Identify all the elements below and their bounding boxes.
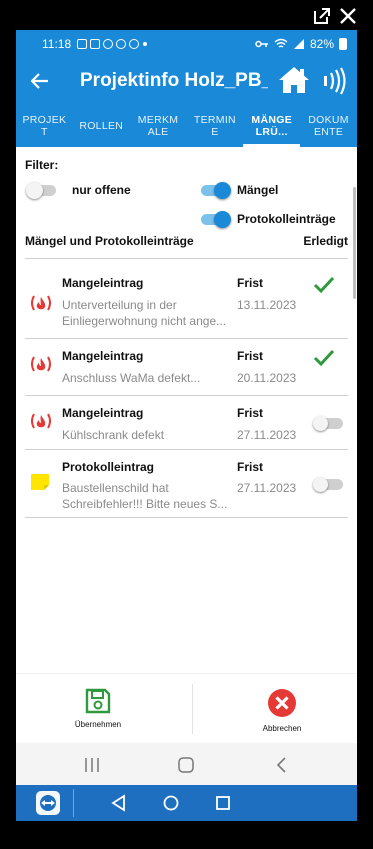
- more-notifications-icon: [143, 41, 148, 46]
- filter-protokolleintraege[interactable]: Protokolleinträge: [199, 211, 336, 228]
- battery-icon: [339, 37, 347, 50]
- action-bar: Übernehmen Abbrechen: [16, 673, 357, 743]
- page-title: Projektinfo Holz_PB_...: [80, 70, 268, 91]
- due-date: 27.11.2023: [237, 428, 297, 442]
- teamviewer-icon[interactable]: [36, 791, 60, 815]
- list-item[interactable]: Mangeleintrag Anschluss WaMa defekt... F…: [25, 349, 348, 391]
- key-icon: [255, 40, 268, 47]
- nur-offene-toggle[interactable]: [26, 182, 58, 199]
- phone-screen: 11:18 82% Projektinfo Holz_PB_... PROJEK…: [16, 30, 357, 821]
- save-icon: [85, 688, 111, 714]
- list-item[interactable]: Mangeleintrag Unterverteilung in der Ein…: [25, 276, 348, 332]
- status-right: 82%: [255, 37, 347, 51]
- erledigt-toggle[interactable]: [313, 476, 343, 492]
- notification-icons: [77, 38, 140, 49]
- notification-icon: [90, 38, 101, 49]
- entry-type: Protokolleintrag: [62, 460, 155, 474]
- divider: [25, 395, 348, 396]
- back-arrow-icon: [31, 73, 48, 89]
- sticky-note-icon: [31, 474, 49, 490]
- fire-warning-icon: [31, 413, 51, 429]
- back-nav-icon[interactable]: [272, 756, 292, 774]
- cancel-icon: [268, 689, 296, 717]
- entry-description: Unterverteilung in der Einliegerwohnung …: [62, 298, 227, 328]
- divider: [25, 517, 348, 518]
- close-icon[interactable]: [338, 6, 358, 26]
- entry-description: Baustellenschild hat Schreibfehler!!! Bi…: [62, 481, 228, 511]
- due-date: 27.11.2023: [237, 481, 297, 495]
- status-time: 11:18: [42, 36, 72, 51]
- maengel-label: Mängel: [237, 183, 279, 197]
- checkmark-icon[interactable]: [313, 349, 335, 367]
- battery-percent: 82%: [309, 36, 334, 51]
- cancel-label: Abbrechen: [262, 724, 302, 733]
- list-header-title: Mängel und Protokolleinträge: [25, 234, 194, 248]
- tab-termine[interactable]: TERMINE: [186, 105, 243, 147]
- window-controls: [0, 0, 373, 30]
- list-item[interactable]: Protokolleintrag Baustellenschild hat Sc…: [25, 460, 348, 516]
- erledigt-toggle[interactable]: [313, 415, 343, 431]
- checkmark-icon[interactable]: [313, 276, 335, 294]
- entry-description: Anschluss WaMa defekt...: [62, 371, 201, 385]
- home-nav-icon[interactable]: [176, 756, 196, 774]
- divider: [25, 338, 348, 339]
- tab-projekt[interactable]: PROJEKT: [16, 105, 73, 147]
- recent-apps-icon[interactable]: [82, 756, 102, 774]
- notification-icon: [77, 38, 88, 49]
- tab-rollen[interactable]: ROLLEN: [73, 105, 130, 147]
- divider: [25, 449, 348, 450]
- frist-label: Frist: [237, 460, 264, 474]
- notification-icon: [116, 38, 127, 49]
- main-content: Filter: nur offene Mängel Protokolleintr…: [16, 147, 357, 673]
- filter-label: Filter:: [25, 158, 59, 172]
- divider: [25, 258, 348, 259]
- due-date: 20.11.2023: [237, 371, 297, 385]
- app-bar: Projektinfo Holz_PB_...: [16, 57, 357, 105]
- remote-back-icon[interactable]: [110, 794, 128, 812]
- popout-icon[interactable]: [312, 6, 332, 26]
- entry-type: Mangeleintrag: [62, 349, 144, 363]
- filter-nur-offene[interactable]: nur offene: [26, 182, 131, 199]
- protokolleintraege-label: Protokolleinträge: [237, 212, 336, 226]
- remote-control-bar: [16, 785, 357, 821]
- tab-merkmale[interactable]: MERKMALE: [130, 105, 187, 147]
- scrollbar[interactable]: [353, 187, 356, 299]
- cancel-button[interactable]: Abbrechen: [232, 688, 332, 733]
- remote-recents-icon[interactable]: [214, 794, 232, 812]
- remote-home-icon[interactable]: [162, 794, 180, 812]
- filter-maengel[interactable]: Mängel: [199, 182, 279, 199]
- list-header-erledigt: Erledigt: [303, 234, 348, 248]
- frist-label: Frist: [237, 406, 264, 420]
- list-header: Mängel und Protokolleinträge Erledigt: [25, 234, 348, 248]
- home-icon[interactable]: [278, 65, 310, 95]
- nfc-icon[interactable]: [322, 67, 348, 95]
- tab-maengelruege[interactable]: MÄNGELRÜ...: [243, 105, 300, 147]
- notification-icon: [129, 38, 140, 49]
- save-label: Übernehmen: [74, 720, 122, 729]
- entry-type: Mangeleintrag: [62, 276, 144, 290]
- frist-label: Frist: [237, 349, 264, 363]
- back-button[interactable]: [16, 57, 64, 105]
- tab-bar: PROJEKT ROLLEN MERKMALE TERMINE MÄNGELRÜ…: [16, 105, 357, 147]
- fire-warning-icon: [31, 356, 51, 372]
- list-item[interactable]: Mangeleintrag Kühlschrank defekt Frist 2…: [25, 406, 348, 448]
- status-bar: 11:18 82%: [16, 30, 357, 57]
- wifi-icon: [274, 38, 288, 48]
- maengel-toggle[interactable]: [199, 182, 231, 199]
- strip-separator: [73, 789, 74, 817]
- entry-description: Kühlschrank defekt: [62, 428, 165, 442]
- save-button[interactable]: Übernehmen: [48, 688, 148, 729]
- entry-type: Mangeleintrag: [62, 406, 144, 420]
- frist-label: Frist: [237, 276, 264, 290]
- due-date: 13.11.2023: [237, 298, 297, 312]
- action-separator: [192, 684, 193, 734]
- nur-offene-label: nur offene: [72, 183, 131, 197]
- fire-warning-icon: [31, 295, 51, 311]
- notification-icon: [103, 38, 114, 49]
- tab-dokumente[interactable]: DOKUMENTE: [300, 105, 357, 147]
- signal-icon: [293, 38, 304, 49]
- android-nav-bar: [16, 743, 357, 785]
- protokolleintraege-toggle[interactable]: [199, 211, 231, 228]
